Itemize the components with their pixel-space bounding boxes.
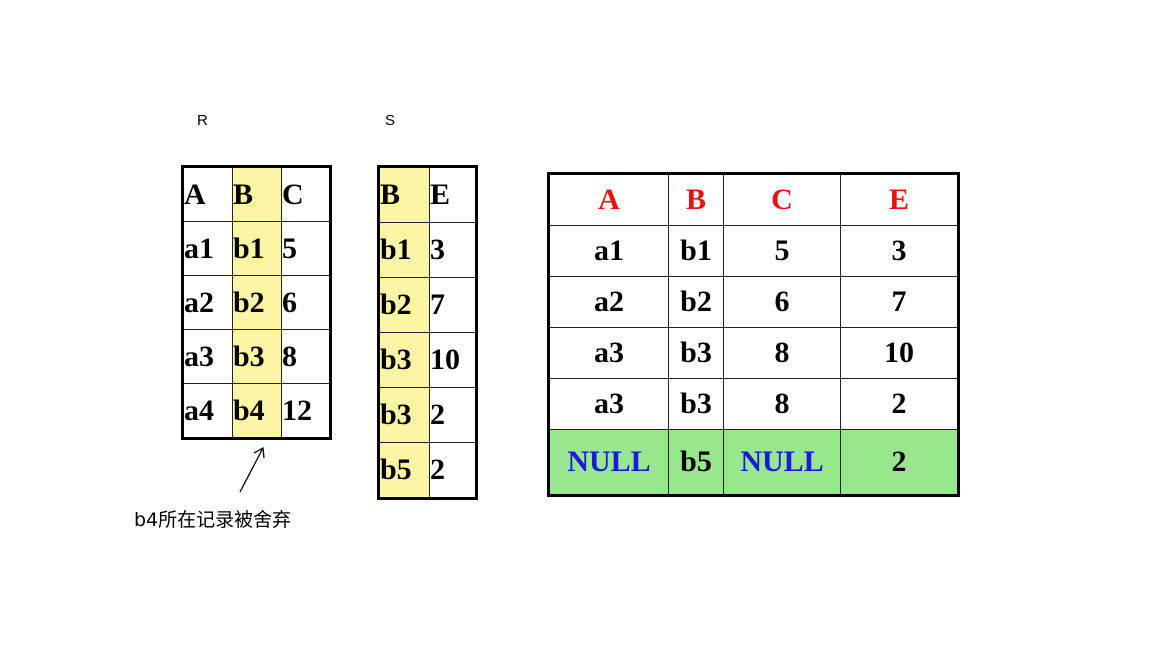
table-row: b3 2 xyxy=(378,387,477,443)
annotation-text: b4所在记录被舍弃 xyxy=(134,509,292,531)
relation-s-label: S xyxy=(385,112,396,129)
table-cell: b1 xyxy=(378,222,430,278)
table-cell: 2 xyxy=(840,429,959,496)
table-cell: a2 xyxy=(548,276,669,328)
table-cell: 3 xyxy=(429,222,477,278)
header-cell: C xyxy=(281,166,331,222)
table-row: b2 7 xyxy=(378,277,477,333)
table-cell: 6 xyxy=(281,275,331,330)
table-row: a3 b3 8 2 xyxy=(548,378,959,430)
table-row: b5 2 xyxy=(378,442,477,499)
table-cell: 2 xyxy=(429,442,477,499)
table-cell: a3 xyxy=(548,378,669,430)
arrow-icon xyxy=(239,446,265,493)
table-cell: 10 xyxy=(840,327,959,379)
table-row: a3 b3 8 10 xyxy=(548,327,959,379)
table-row: a2 b2 6 xyxy=(182,275,331,330)
table-cell: b2 xyxy=(668,276,724,328)
table-s: B E b1 3 b2 7 b3 10 b3 2 b5 2 xyxy=(377,165,478,500)
table-header-row: A B C xyxy=(182,166,331,222)
null-cell: NULL xyxy=(548,429,669,496)
header-cell: A xyxy=(182,166,233,222)
table-row: a2 b2 6 7 xyxy=(548,276,959,328)
header-cell: B xyxy=(668,173,724,226)
table-cell: b5 xyxy=(378,442,430,499)
result-table: A B C E a1 b1 5 3 a2 b2 6 7 a3 b3 8 10 a… xyxy=(547,172,960,497)
table-cell: a1 xyxy=(182,221,233,276)
table-cell: b1 xyxy=(232,221,282,276)
table-cell: a2 xyxy=(182,275,233,330)
table-row: b3 10 xyxy=(378,332,477,388)
header-cell: B xyxy=(378,166,430,223)
table-row: b1 3 xyxy=(378,222,477,278)
null-padded-row: NULL b5 NULL 2 xyxy=(548,429,959,496)
relation-r-label: R xyxy=(197,112,208,129)
table-cell: a3 xyxy=(548,327,669,379)
table-cell: 2 xyxy=(429,387,477,443)
table-cell: 8 xyxy=(281,329,331,384)
table-row: a1 b1 5 3 xyxy=(548,225,959,277)
table-cell: b2 xyxy=(232,275,282,330)
table-cell: a4 xyxy=(182,383,233,439)
table-row: a3 b3 8 xyxy=(182,329,331,384)
table-cell: b2 xyxy=(378,277,430,333)
table-cell: b5 xyxy=(668,429,724,496)
table-row: a4 b4 12 xyxy=(182,383,331,439)
table-cell: 3 xyxy=(840,225,959,277)
table-header-row: B E xyxy=(378,166,477,223)
table-cell: 5 xyxy=(723,225,841,277)
table-cell: b3 xyxy=(668,327,724,379)
table-cell: b3 xyxy=(232,329,282,384)
table-cell: 12 xyxy=(281,383,331,439)
header-cell: A xyxy=(548,173,669,226)
table-cell: a1 xyxy=(548,225,669,277)
table-cell: b3 xyxy=(668,378,724,430)
table-cell: 2 xyxy=(840,378,959,430)
table-cell: 7 xyxy=(429,277,477,333)
table-cell: b3 xyxy=(378,332,430,388)
table-cell: a3 xyxy=(182,329,233,384)
table-row: a1 b1 5 xyxy=(182,221,331,276)
header-cell: E xyxy=(840,173,959,226)
table-cell: 10 xyxy=(429,332,477,388)
table-cell: 7 xyxy=(840,276,959,328)
table-header-row: A B C E xyxy=(548,173,959,226)
table-cell: b1 xyxy=(668,225,724,277)
table-cell: 6 xyxy=(723,276,841,328)
table-cell: 8 xyxy=(723,327,841,379)
null-cell: NULL xyxy=(723,429,841,496)
table-cell: b3 xyxy=(378,387,430,443)
table-r: A B C a1 b1 5 a2 b2 6 a3 b3 8 a4 b4 12 xyxy=(181,165,332,440)
header-cell: B xyxy=(232,166,282,222)
table-cell: 5 xyxy=(281,221,331,276)
discarded-value-cell: b4 xyxy=(232,383,282,439)
header-cell: E xyxy=(429,166,477,223)
table-cell: 8 xyxy=(723,378,841,430)
header-cell: C xyxy=(723,173,841,226)
